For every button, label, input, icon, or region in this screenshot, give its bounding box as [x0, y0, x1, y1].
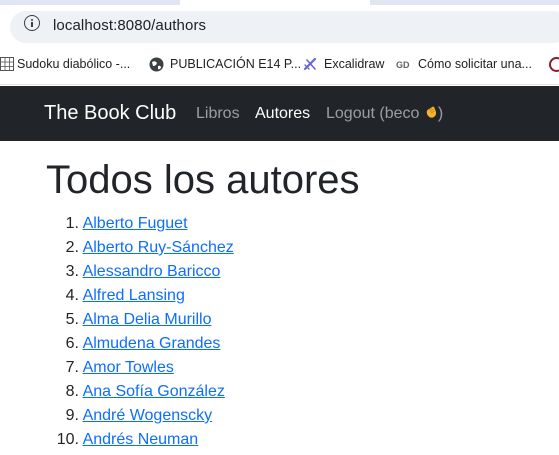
logout-suffix: )	[437, 105, 444, 122]
list-number: 3.	[65, 263, 79, 280]
site-info-icon[interactable]	[24, 15, 40, 31]
gd-icon: GD	[396, 60, 410, 70]
list-number: 5.	[65, 311, 79, 328]
bookmark-como-solicitar[interactable]: Cómo solicitar una...	[418, 57, 532, 71]
list-number: 9.	[65, 407, 79, 424]
list-item: 10. Andrés Neuman	[44, 428, 234, 452]
bookmark-favicon-icon[interactable]	[549, 57, 559, 72]
logout-label: Logout (beco	[326, 105, 424, 122]
bookmark-excalidraw[interactable]: Excalidraw	[324, 57, 384, 71]
list-item: 2. Alberto Ruy-Sánchez	[44, 236, 234, 260]
author-link[interactable]: Alfred Lansing	[83, 287, 185, 304]
author-link[interactable]: Andrés Neuman	[83, 431, 199, 448]
list-item: 8. Ana Sofía González	[44, 380, 234, 404]
page-title: Todos los autores	[46, 158, 360, 202]
list-number: 4.	[65, 287, 79, 304]
list-number: 6.	[65, 335, 79, 352]
bookmarks-bar: Sudoku diabólico -... PUBLICACIÓN E14 P.…	[0, 47, 559, 85]
globe-icon	[149, 57, 164, 72]
author-link[interactable]: Almudena Grandes	[83, 335, 221, 352]
list-item: 1. Alberto Fuguet	[44, 212, 234, 236]
nav-link-logout[interactable]: Logout (beco )	[326, 105, 443, 123]
sudoku-grid-icon	[0, 57, 14, 71]
bookmark-sudoku[interactable]: Sudoku diabólico -...	[17, 57, 130, 71]
list-item: 7. Amor Towles	[44, 356, 234, 380]
list-item: 4. Alfred Lansing	[44, 284, 234, 308]
author-link[interactable]: Amor Towles	[83, 359, 174, 376]
brand-link[interactable]: The Book Club	[44, 102, 176, 125]
nav-link-libros[interactable]: Libros	[196, 105, 240, 123]
svg-text:GD: GD	[396, 60, 410, 70]
bookmark-publicacion[interactable]: PUBLICACIÓN E14 P...	[170, 57, 301, 71]
author-link[interactable]: Ana Sofía González	[83, 383, 225, 400]
author-link[interactable]: Alessandro Baricco	[83, 263, 221, 280]
author-link[interactable]: Alberto Fuguet	[83, 215, 188, 232]
list-number: 1.	[65, 215, 79, 232]
author-link[interactable]: Alberto Ruy-Sánchez	[83, 239, 234, 256]
author-list: 1. Alberto Fuguet 2. Alberto Ruy-Sánchez…	[44, 212, 234, 452]
author-link[interactable]: Alma Delia Murillo	[83, 311, 212, 328]
waving-hand-icon	[426, 106, 436, 118]
author-link[interactable]: André Wogenscky	[83, 407, 213, 424]
list-number: 7.	[65, 359, 79, 376]
top-navbar: The Book Club Libros Autores Logout (bec…	[0, 86, 559, 141]
list-item: 5. Alma Delia Murillo	[44, 308, 234, 332]
list-item: 3. Alessandro Baricco	[44, 260, 234, 284]
list-item: 6. Almudena Grandes	[44, 332, 234, 356]
list-number: 8.	[65, 383, 79, 400]
url-text[interactable]: localhost:8080/authors	[53, 17, 206, 34]
excalidraw-icon	[303, 57, 317, 71]
list-item: 9. André Wogenscky	[44, 404, 234, 428]
nav-link-autores[interactable]: Autores	[255, 105, 310, 123]
list-number: 10.	[56, 431, 79, 448]
list-number: 2.	[65, 239, 79, 256]
